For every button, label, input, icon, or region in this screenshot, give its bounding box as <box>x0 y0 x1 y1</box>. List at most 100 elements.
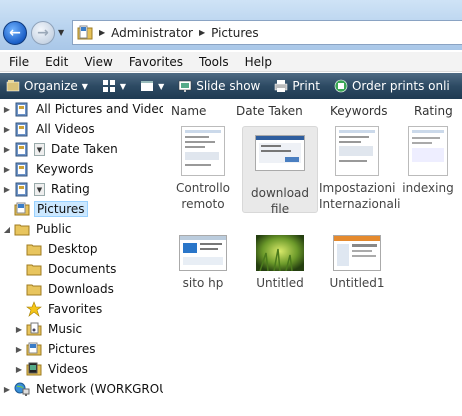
nav-item-favorites[interactable]: Favorites <box>14 299 104 319</box>
expand-arrow-icon[interactable]: ▶ <box>14 325 24 334</box>
chevron-down-icon[interactable]: ▼ <box>34 142 45 156</box>
music-folder-icon <box>26 322 42 336</box>
file-thumbnail <box>408 126 448 176</box>
address-bar: ← → ▼ ▶ Administrator ▶ Pictures <box>0 0 462 50</box>
expand-arrow-icon[interactable]: ▶ <box>2 385 12 394</box>
print-label: Print <box>292 79 320 93</box>
window-bottom-edge <box>0 409 462 416</box>
slideshow-icon <box>178 80 192 92</box>
nav-item-downloads[interactable]: Downloads <box>14 279 116 299</box>
column-header-keywords[interactable]: Keywords <box>330 104 388 118</box>
menu-view[interactable]: View <box>75 55 119 69</box>
nav-label: Keywords <box>36 162 94 176</box>
column-header-name[interactable]: Name <box>171 104 206 118</box>
column-header-rating[interactable]: Rating <box>414 104 453 118</box>
nav-label: Pictures <box>48 342 96 356</box>
slideshow-button[interactable]: Slide show <box>172 73 268 99</box>
slideshow-label: Slide show <box>196 79 261 93</box>
nav-item-pictures-selected[interactable]: Pictures <box>2 199 88 219</box>
order-prints-label: Order prints onli <box>351 79 450 93</box>
organize-icon <box>6 80 20 92</box>
menu-bar: File Edit View Favorites Tools Help <box>0 52 462 72</box>
expand-arrow-icon[interactable]: ▶ <box>14 345 24 354</box>
search-folder-icon <box>15 122 28 137</box>
order-prints-icon <box>334 79 348 93</box>
nav-item-videos[interactable]: ▶ Videos <box>14 359 90 379</box>
back-button[interactable]: ← <box>3 21 27 45</box>
expand-arrow-icon[interactable]: ▶ <box>2 105 12 114</box>
nav-item-music[interactable]: ▶ Music <box>14 319 84 339</box>
breadcrumb-separator-icon[interactable]: ▶ <box>199 28 205 37</box>
nav-item-all-videos[interactable]: ▶ All Videos <box>2 119 97 139</box>
menu-edit[interactable]: Edit <box>36 55 75 69</box>
nav-label: Pictures <box>34 201 88 217</box>
printer-icon <box>275 80 288 92</box>
nav-item-keywords[interactable]: ▶ Keywords <box>2 159 96 179</box>
nav-item-all-pictures-and-videos[interactable]: ▶ All Pictures and Videos <box>2 99 174 119</box>
search-folder-icon <box>15 162 28 177</box>
navigation-pane: ▶ All Pictures and Videos ▶ All Videos ▶… <box>0 99 175 409</box>
pictures-folder-icon <box>14 202 30 216</box>
nav-label: Public <box>36 222 72 236</box>
nav-item-network[interactable]: ▶ Network (WORKGROUP <box>2 379 177 399</box>
menu-tools[interactable]: Tools <box>190 55 236 69</box>
file-name-line2: remoto <box>181 197 225 211</box>
file-item-indexing[interactable]: indexing <box>396 126 460 196</box>
nav-item-rating[interactable]: ▶ ▼ Rating <box>2 179 92 199</box>
print-button[interactable]: Print <box>268 73 328 99</box>
expand-arrow-icon[interactable]: ▶ <box>2 145 12 154</box>
layout-icon <box>141 81 154 91</box>
folder-icon <box>26 244 42 256</box>
chevron-down-icon[interactable]: ▼ <box>34 182 45 196</box>
file-item-untitled1[interactable]: Untitled1 <box>319 235 395 291</box>
history-dropdown-icon[interactable]: ▼ <box>58 28 64 37</box>
expand-arrow-icon[interactable]: ▶ <box>2 165 12 174</box>
column-header-date-taken[interactable]: Date Taken <box>236 104 303 118</box>
breadcrumb-administrator[interactable]: Administrator <box>111 26 193 40</box>
breadcrumb-separator-icon[interactable]: ▶ <box>99 28 105 37</box>
layout-button[interactable]: ▼ <box>134 73 172 99</box>
nav-label: Videos <box>48 362 88 376</box>
nav-item-public[interactable]: ◢ Public <box>2 219 74 239</box>
expand-arrow-icon[interactable]: ▶ <box>2 125 12 134</box>
order-prints-button[interactable]: Order prints onli <box>328 73 458 99</box>
file-name: Impostazioni <box>319 181 396 195</box>
nav-label: Downloads <box>48 282 114 296</box>
nav-item-date-taken[interactable]: ▶ ▼ Date Taken <box>2 139 120 159</box>
organize-button[interactable]: Organize ▼ <box>0 73 96 99</box>
file-name: indexing <box>402 181 454 195</box>
chevron-down-icon: ▼ <box>81 81 88 91</box>
folder-icon <box>26 264 42 276</box>
address-field[interactable]: ▶ Administrator ▶ Pictures <box>72 20 462 45</box>
file-item-download-file-selected[interactable]: download file <box>242 126 318 216</box>
file-name-line2: file <box>270 202 290 216</box>
file-name: Controllo <box>175 181 231 195</box>
menu-file[interactable]: File <box>0 55 36 69</box>
views-icon <box>102 80 115 92</box>
expand-arrow-icon[interactable]: ▶ <box>14 365 24 374</box>
file-item-untitled[interactable]: Untitled <box>242 235 318 291</box>
star-icon <box>26 301 42 317</box>
forward-button[interactable]: → <box>31 21 55 45</box>
file-name: Untitled1 <box>329 276 385 290</box>
file-item-controllo-remoto[interactable]: Controllo remoto <box>165 126 241 212</box>
folder-icon <box>26 284 42 296</box>
views-button[interactable]: ▼ <box>96 73 134 99</box>
file-thumbnail <box>255 135 305 171</box>
menu-favorites[interactable]: Favorites <box>120 55 190 69</box>
file-thumbnail <box>335 126 379 176</box>
menu-help[interactable]: Help <box>236 55 279 69</box>
file-name-line2: Internazionali <box>319 197 401 211</box>
folder-icon <box>14 224 30 236</box>
expand-arrow-icon[interactable]: ▶ <box>2 185 12 194</box>
file-item-impostazioni-internazionali[interactable]: Impostazioni Internazionali <box>319 126 401 212</box>
breadcrumb-pictures[interactable]: Pictures <box>211 26 259 40</box>
pictures-folder-icon <box>26 342 42 356</box>
nav-item-desktop[interactable]: Desktop <box>14 239 100 259</box>
file-item-sito-hp[interactable]: sito hp <box>165 235 241 291</box>
nav-label: All Videos <box>36 122 95 136</box>
collapse-arrow-icon[interactable]: ◢ <box>2 225 12 234</box>
nav-item-public-pictures[interactable]: ▶ Pictures <box>14 339 98 359</box>
nav-item-documents[interactable]: Documents <box>14 259 118 279</box>
nav-label: Network (WORKGROUP <box>36 382 176 396</box>
